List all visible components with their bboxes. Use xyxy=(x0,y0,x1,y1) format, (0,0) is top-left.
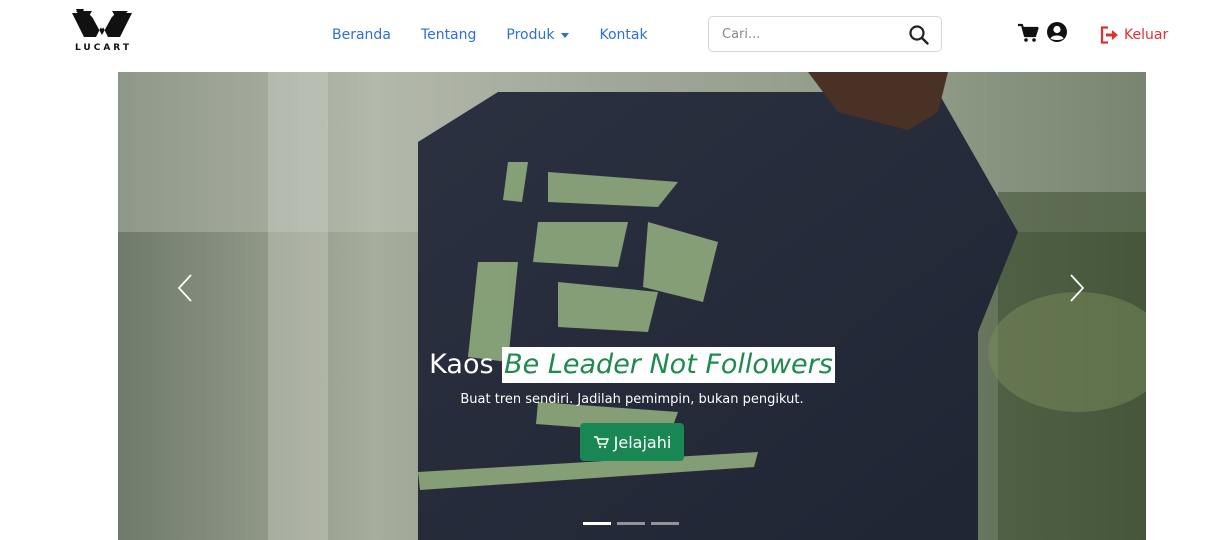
cart-icon[interactable] xyxy=(1017,23,1039,43)
carousel-indicators xyxy=(583,522,685,525)
explore-button[interactable]: Jelajahi xyxy=(579,423,685,461)
navbar: LUCART Beranda Tentang Produk Kontak Car… xyxy=(0,0,1228,72)
nav-dropdown-produk[interactable]: Produk xyxy=(506,27,570,43)
search-input[interactable] xyxy=(709,17,899,51)
caption-title-highlight: Be Leader Not Followers xyxy=(502,347,835,383)
hero-carousel: Kaos Be Leader Not Followers Buat tren s… xyxy=(118,72,1146,540)
main-nav: Beranda Tentang Produk Kontak xyxy=(332,24,678,46)
user-circle-icon[interactable] xyxy=(1046,21,1068,43)
nav-link-tentang[interactable]: Tentang xyxy=(421,27,477,43)
carousel-prev-button[interactable] xyxy=(166,268,206,308)
brand-logo[interactable]: LUCART xyxy=(64,7,140,59)
search-icon xyxy=(909,25,929,45)
brand-name: LUCART xyxy=(75,43,132,53)
carousel-next-button[interactable] xyxy=(1056,268,1096,308)
chevron-left-icon xyxy=(177,274,192,302)
search-form xyxy=(708,16,942,52)
caption-subtitle: Buat tren sendiri. Jadilah pemimpin, buk… xyxy=(460,392,804,407)
carousel-caption: Kaos Be Leader Not Followers Buat tren s… xyxy=(118,346,1146,461)
carousel-indicator-1[interactable] xyxy=(583,522,611,525)
carousel-indicator-2[interactable] xyxy=(617,522,645,525)
nav-link-kontak[interactable]: Kontak xyxy=(599,27,647,43)
cart-icon xyxy=(593,436,609,449)
search-button[interactable] xyxy=(907,23,931,47)
caption-title-prefix: Kaos xyxy=(429,349,494,380)
nav-link-beranda[interactable]: Beranda xyxy=(332,27,391,43)
nav-link-produk-label: Produk xyxy=(506,27,555,43)
lucart-logo-mark xyxy=(72,9,132,37)
sign-out-icon xyxy=(1100,26,1118,44)
logout-label: Keluar xyxy=(1124,27,1169,43)
logout-link[interactable]: Keluar xyxy=(1099,24,1168,46)
explore-button-label: Jelajahi xyxy=(613,432,672,452)
carousel-indicator-3[interactable] xyxy=(651,522,679,525)
caption-title: Kaos Be Leader Not Followers xyxy=(429,346,835,384)
slide-image-tshirt xyxy=(118,72,1146,540)
chevron-right-icon xyxy=(1070,274,1085,302)
caret-down-icon xyxy=(561,32,570,38)
